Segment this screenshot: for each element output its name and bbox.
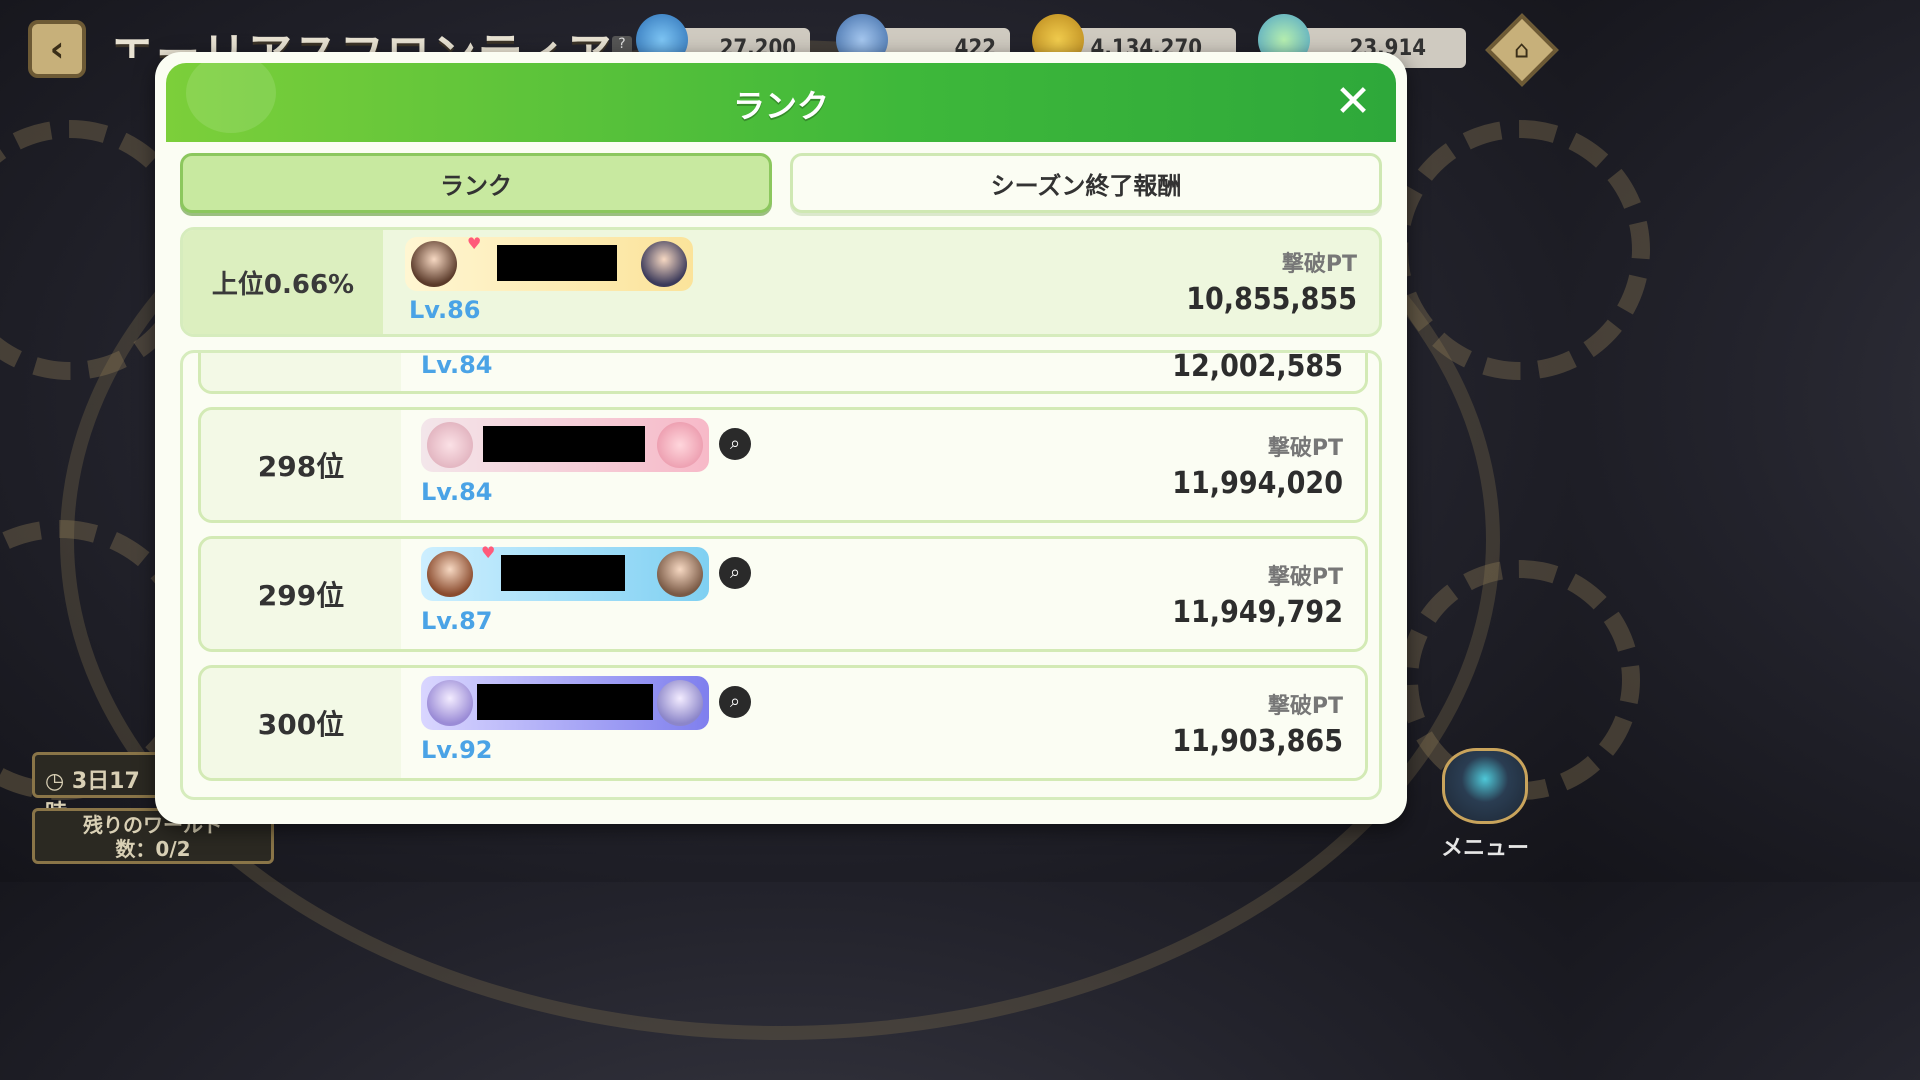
info-cell: Lv.84 12,002,585	[401, 350, 1365, 391]
avatar	[427, 422, 473, 468]
my-level: Lv.86	[409, 296, 481, 324]
rank-cell: 299位	[201, 539, 401, 649]
player-level: Lv.87	[421, 607, 493, 635]
player-level: Lv.84	[421, 478, 493, 506]
ranking-dialog: ランク ✕ ランク シーズン終了報酬 上位0.66% ♥ Lv.86 撃破PT …	[155, 52, 1407, 824]
my-pt-label: 撃破PT	[1281, 252, 1357, 277]
info-cell: ⌕ Lv.84 撃破PT 11,994,020	[401, 410, 1365, 520]
player-level: Lv.92	[421, 736, 493, 764]
rank-cell	[201, 353, 401, 391]
season-timer: ◷ 3日17時	[32, 752, 162, 826]
player-level: Lv.84	[421, 351, 493, 379]
pt-label: 撃破PT	[1267, 436, 1343, 461]
search-icon[interactable]: ⌕	[719, 557, 751, 589]
rank-cell: 300位	[201, 668, 401, 778]
player-name-redacted	[501, 555, 625, 591]
search-icon[interactable]: ⌕	[719, 686, 751, 718]
player-name-redacted	[477, 684, 653, 720]
avatar	[657, 551, 703, 597]
tab-rank[interactable]: ランク	[180, 153, 772, 213]
pt-value: 11,903,865	[1172, 724, 1343, 759]
heart-icon: ♥	[481, 543, 496, 562]
pt-value: 11,949,792	[1172, 595, 1343, 630]
my-pt-value: 10,855,855	[1186, 282, 1357, 317]
avatar	[657, 680, 703, 726]
dialog-header: ランク ✕	[166, 63, 1396, 142]
avatar	[427, 680, 473, 726]
avatar	[657, 422, 703, 468]
table-row[interactable]: 299位 ♥ ⌕ Lv.87 撃破PT 11,949,792	[198, 536, 1368, 652]
close-icon: ✕	[1334, 76, 1372, 127]
home-button[interactable]: ⌂	[1485, 13, 1559, 87]
ranking-list[interactable]: Lv.84 12,002,585 298位 ⌕ Lv.84 撃破PT 11,99…	[180, 350, 1382, 800]
close-button[interactable]: ✕	[1328, 77, 1378, 127]
pt-value: 12,002,585	[1172, 350, 1343, 384]
bg-gear	[1390, 120, 1650, 380]
table-row[interactable]: Lv.84 12,002,585	[198, 350, 1368, 394]
avatar	[641, 241, 687, 287]
menu-label: メニュー	[1440, 836, 1529, 861]
my-rank-percent: 上位0.66%	[183, 230, 383, 334]
chevron-left-icon: ‹	[49, 28, 65, 70]
pt-value: 11,994,020	[1172, 466, 1343, 501]
home-icon: ⌂	[1514, 35, 1530, 64]
pt-label: 撃破PT	[1267, 565, 1343, 590]
my-rank-row: 上位0.66% ♥ Lv.86 撃破PT 10,855,855	[180, 227, 1382, 337]
menu-button[interactable]: メニュー	[1430, 748, 1540, 868]
info-cell: ♥ ⌕ Lv.87 撃破PT 11,949,792	[401, 539, 1365, 649]
pt-label: 撃破PT	[1267, 694, 1343, 719]
beetle-icon	[1442, 748, 1528, 824]
avatar	[411, 241, 457, 287]
heart-icon: ♥	[467, 234, 482, 253]
dialog-title: ランク	[732, 87, 829, 125]
avatar	[427, 551, 473, 597]
search-icon[interactable]: ⌕	[719, 428, 751, 460]
info-cell: ⌕ Lv.92 撃破PT 11,903,865	[401, 668, 1365, 778]
back-button[interactable]: ‹	[28, 20, 86, 78]
table-row[interactable]: 300位 ⌕ Lv.92 撃破PT 11,903,865	[198, 665, 1368, 781]
table-row[interactable]: 298位 ⌕ Lv.84 撃破PT 11,994,020	[198, 407, 1368, 523]
rank-cell: 298位	[201, 410, 401, 520]
player-name-redacted	[483, 426, 645, 462]
tab-season-rewards[interactable]: シーズン終了報酬	[790, 153, 1382, 213]
player-name-redacted	[497, 245, 617, 281]
clock-icon: ◷	[45, 769, 72, 794]
